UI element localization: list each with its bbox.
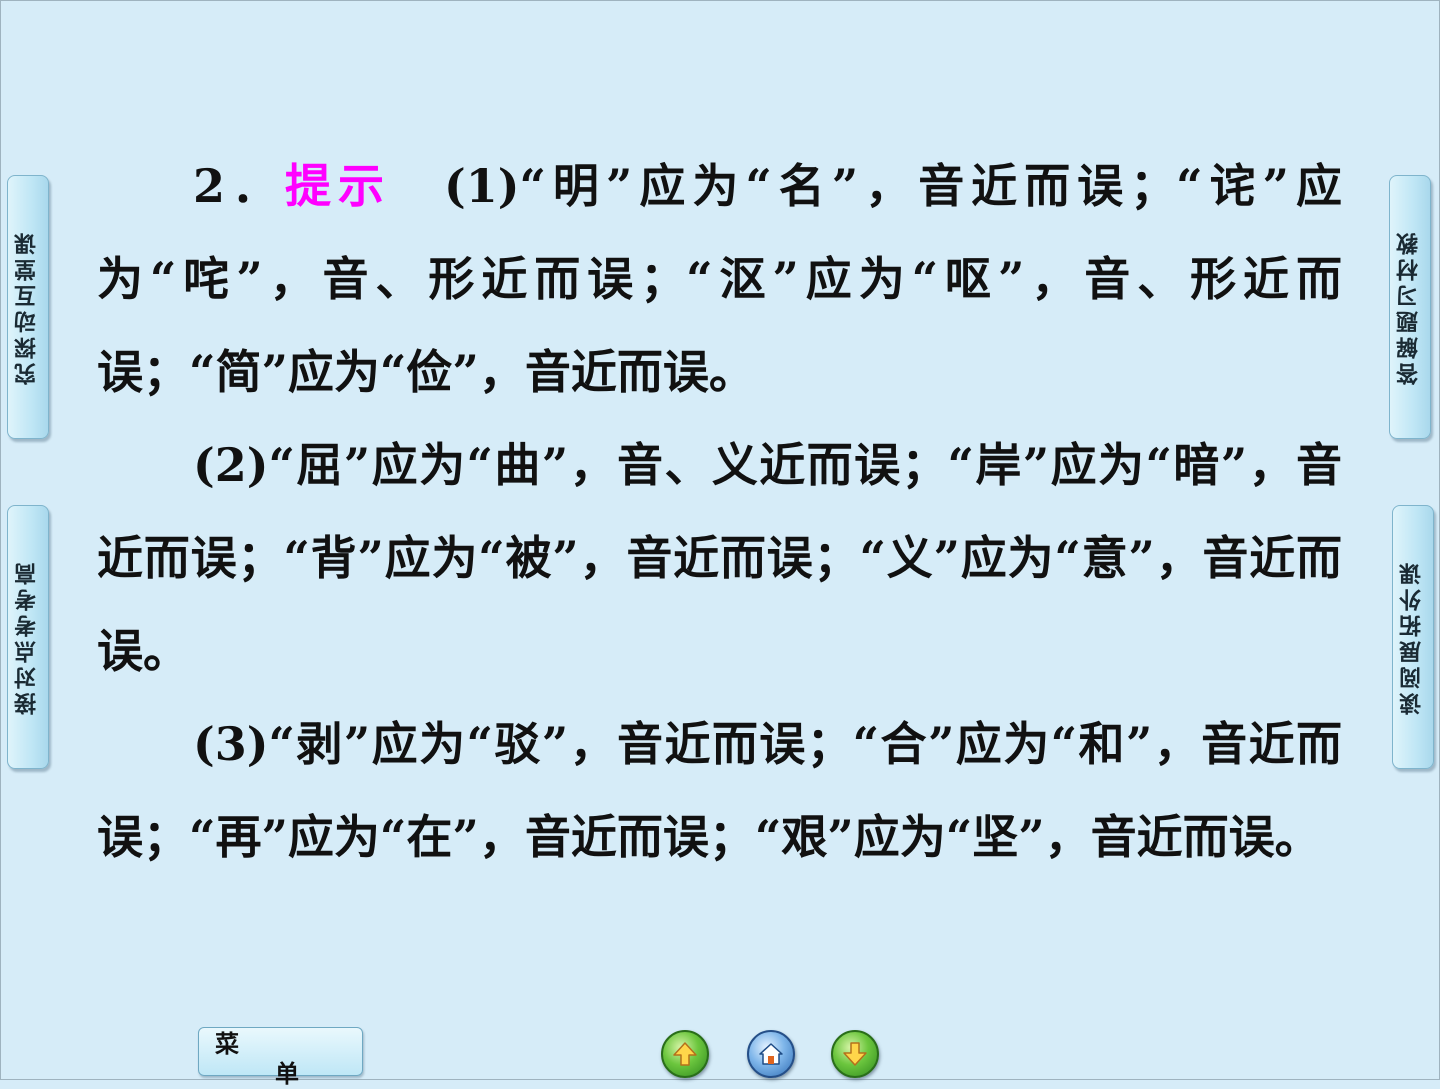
tab-label: 读阅展拓外课 xyxy=(1400,559,1425,715)
paragraph-1: 2．提示 (1)“明”应为“名”，音近而误；“诧”应为“咤”，音、形近而误；“沤… xyxy=(97,140,1342,419)
menu-label-1: 菜 xyxy=(215,1030,239,1058)
previous-button[interactable] xyxy=(661,1030,709,1078)
tab-extended-reading[interactable]: 读阅展拓外课 xyxy=(1392,505,1434,769)
menu-label-2: 单 xyxy=(275,1060,299,1088)
home-button[interactable] xyxy=(747,1030,795,1078)
tab-classroom-interaction[interactable]: 究探动互堂课 xyxy=(7,175,49,439)
paragraph-2: (2)“屈”应为“曲”，音、义近而误；“岸”应为“暗”，音近而误；“背”应为“被… xyxy=(97,438,1342,678)
answer-content: 2．提示 (1)“明”应为“名”，音近而误；“诧”应为“咤”，音、形近而误；“沤… xyxy=(97,140,1342,884)
next-button[interactable] xyxy=(831,1030,879,1078)
tab-textbook-answers[interactable]: 答解题习材教 xyxy=(1389,175,1431,439)
up-arrow-icon xyxy=(673,1042,697,1066)
tab-label: 究探动互堂课 xyxy=(15,229,40,385)
paragraph-3: (3)“剥”应为“驳”，音近而误；“合”应为“和”，音近而误；“再”应为“在”，… xyxy=(97,717,1342,864)
tab-label: 答解题习材教 xyxy=(1397,229,1422,385)
tab-label: 接对点考考高 xyxy=(15,559,40,715)
home-icon xyxy=(759,1043,783,1065)
menu-button[interactable]: 菜 单 xyxy=(198,1027,363,1088)
tab-exam-points[interactable]: 接对点考考高 xyxy=(7,505,49,769)
hint-label: 提示 xyxy=(284,159,391,213)
item-number: 2． xyxy=(193,159,285,213)
down-arrow-icon xyxy=(843,1042,867,1066)
